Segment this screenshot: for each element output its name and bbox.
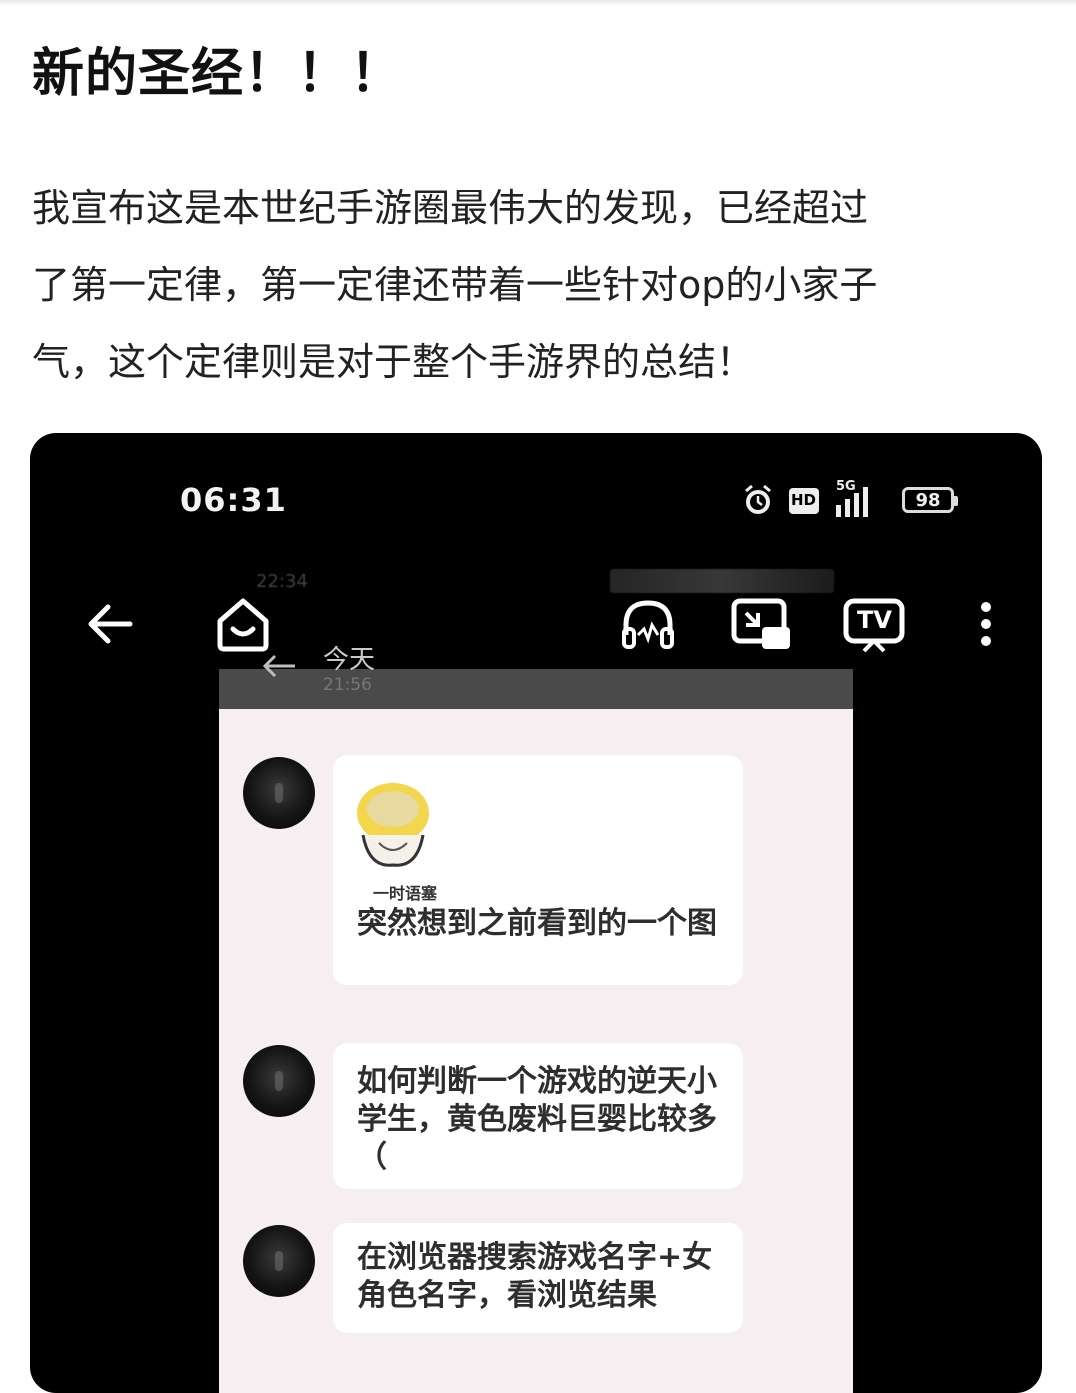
chat-bubble: 一时语塞 突然想到之前看到的一个图	[333, 755, 743, 985]
network-label: 5G	[836, 479, 856, 494]
chat-bubble: 在浏览器搜索游戏名字+女角色名字，看浏览结果	[333, 1223, 743, 1333]
tv-label: TV	[857, 606, 892, 634]
signal-icon: 5G	[830, 479, 876, 523]
chat-header-today: 今天	[323, 645, 376, 675]
tv-icon[interactable]: TV	[842, 597, 906, 657]
avatar[interactable]	[243, 1225, 315, 1297]
post-title: 新的圣经！！！	[32, 44, 404, 104]
chat-header-time: 21:56	[323, 675, 372, 695]
post-body-line: 我宣布这是本世纪手游圈最伟大的发现，已经超过	[32, 186, 869, 230]
chat-back-icon[interactable]	[259, 651, 299, 685]
embedded-screenshot[interactable]: 06:31 HD 5G 98 22:34 TV 今天 21:56 一时语塞 突然…	[30, 433, 1042, 1393]
alarm-icon	[742, 483, 774, 521]
message-text: 在浏览器搜索游戏名字+女角色名字，看浏览结果	[357, 1240, 713, 1313]
headphones-icon[interactable]	[618, 595, 678, 659]
hd-icon: HD	[788, 487, 820, 519]
ghost-time: 22:34	[256, 571, 308, 592]
post-body-line: 了第一定律，第一定律还带着一些针对op的小家子	[32, 263, 878, 307]
post-body: 我宣布这是本世纪手游圈最伟大的发现，已经超过 了第一定律，第一定律还带着一些针对…	[32, 170, 1022, 401]
chat-header	[219, 669, 853, 709]
hd-label: HD	[791, 491, 817, 509]
avatar[interactable]	[243, 757, 315, 829]
chat-bubble: 如何判断一个游戏的逆天小学生，黄色废料巨婴比较多（	[333, 1043, 743, 1189]
top-edge	[0, 0, 1076, 6]
post-body-line: 气，这个定律则是对于整个手游界的总结！	[32, 340, 755, 384]
back-arrow-icon[interactable]	[82, 597, 136, 655]
chat-frame: 今天 21:56 一时语塞 突然想到之前看到的一个图 如何判断一个游戏的逆天小学…	[219, 645, 853, 1393]
pip-icon[interactable]	[730, 597, 792, 657]
avatar[interactable]	[243, 1045, 315, 1117]
more-icon[interactable]	[974, 597, 998, 657]
sticker-caption: 一时语塞	[373, 884, 438, 903]
message-text: 如何判断一个游戏的逆天小学生，黄色废料巨婴比较多（	[357, 1064, 717, 1175]
sticker: 一时语塞	[349, 773, 459, 903]
home-icon[interactable]	[212, 593, 274, 659]
status-time: 06:31	[180, 481, 287, 519]
ghost-status-bar	[610, 569, 834, 593]
battery-icon: 98	[902, 487, 958, 513]
